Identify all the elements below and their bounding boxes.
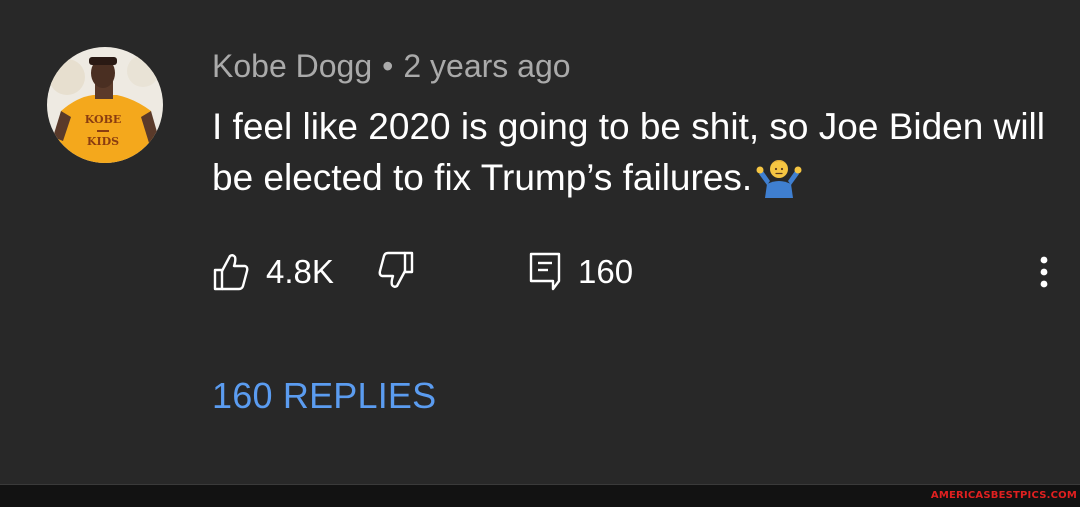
reply-button[interactable]: 160 xyxy=(528,250,633,294)
more-options-button[interactable] xyxy=(1032,252,1056,292)
thumbs-up-icon xyxy=(213,254,249,291)
more-vertical-icon xyxy=(1040,256,1048,288)
person-shrugging-emoji xyxy=(756,160,802,198)
comment-body: I feel like 2020 is going to be shit, so… xyxy=(212,106,1045,198)
comment-card: KOBE KIDS Kobe Dogg • 2 years ago I feel l… xyxy=(0,0,1080,484)
reply-comment-icon xyxy=(529,252,561,291)
avatar[interactable]: KOBE KIDS xyxy=(47,47,163,163)
comment-actions: 4.8K 160 xyxy=(212,250,1052,294)
author-name[interactable]: Kobe Dogg xyxy=(212,48,372,84)
like-count: 4.8K xyxy=(266,253,334,290)
meta-separator: • xyxy=(382,48,394,84)
comment-meta: Kobe Dogg • 2 years ago xyxy=(212,46,571,86)
timestamp[interactable]: 2 years ago xyxy=(403,48,570,84)
footer-bar: AMERICASBESTPICS.COM xyxy=(0,484,1080,507)
svg-text:KOBE: KOBE xyxy=(85,113,122,126)
watermark: AMERICASBESTPICS.COM xyxy=(930,490,1077,501)
comment-text: I feel like 2020 is going to be shit, so… xyxy=(212,102,1062,203)
thumbs-down-icon xyxy=(378,251,414,288)
like-button[interactable]: 4.8K xyxy=(212,250,334,294)
svg-text:KIDS: KIDS xyxy=(87,135,119,148)
view-replies-link[interactable]: 160 REPLIES xyxy=(212,374,436,418)
dislike-button[interactable] xyxy=(377,250,415,290)
reply-count: 160 xyxy=(578,253,634,290)
